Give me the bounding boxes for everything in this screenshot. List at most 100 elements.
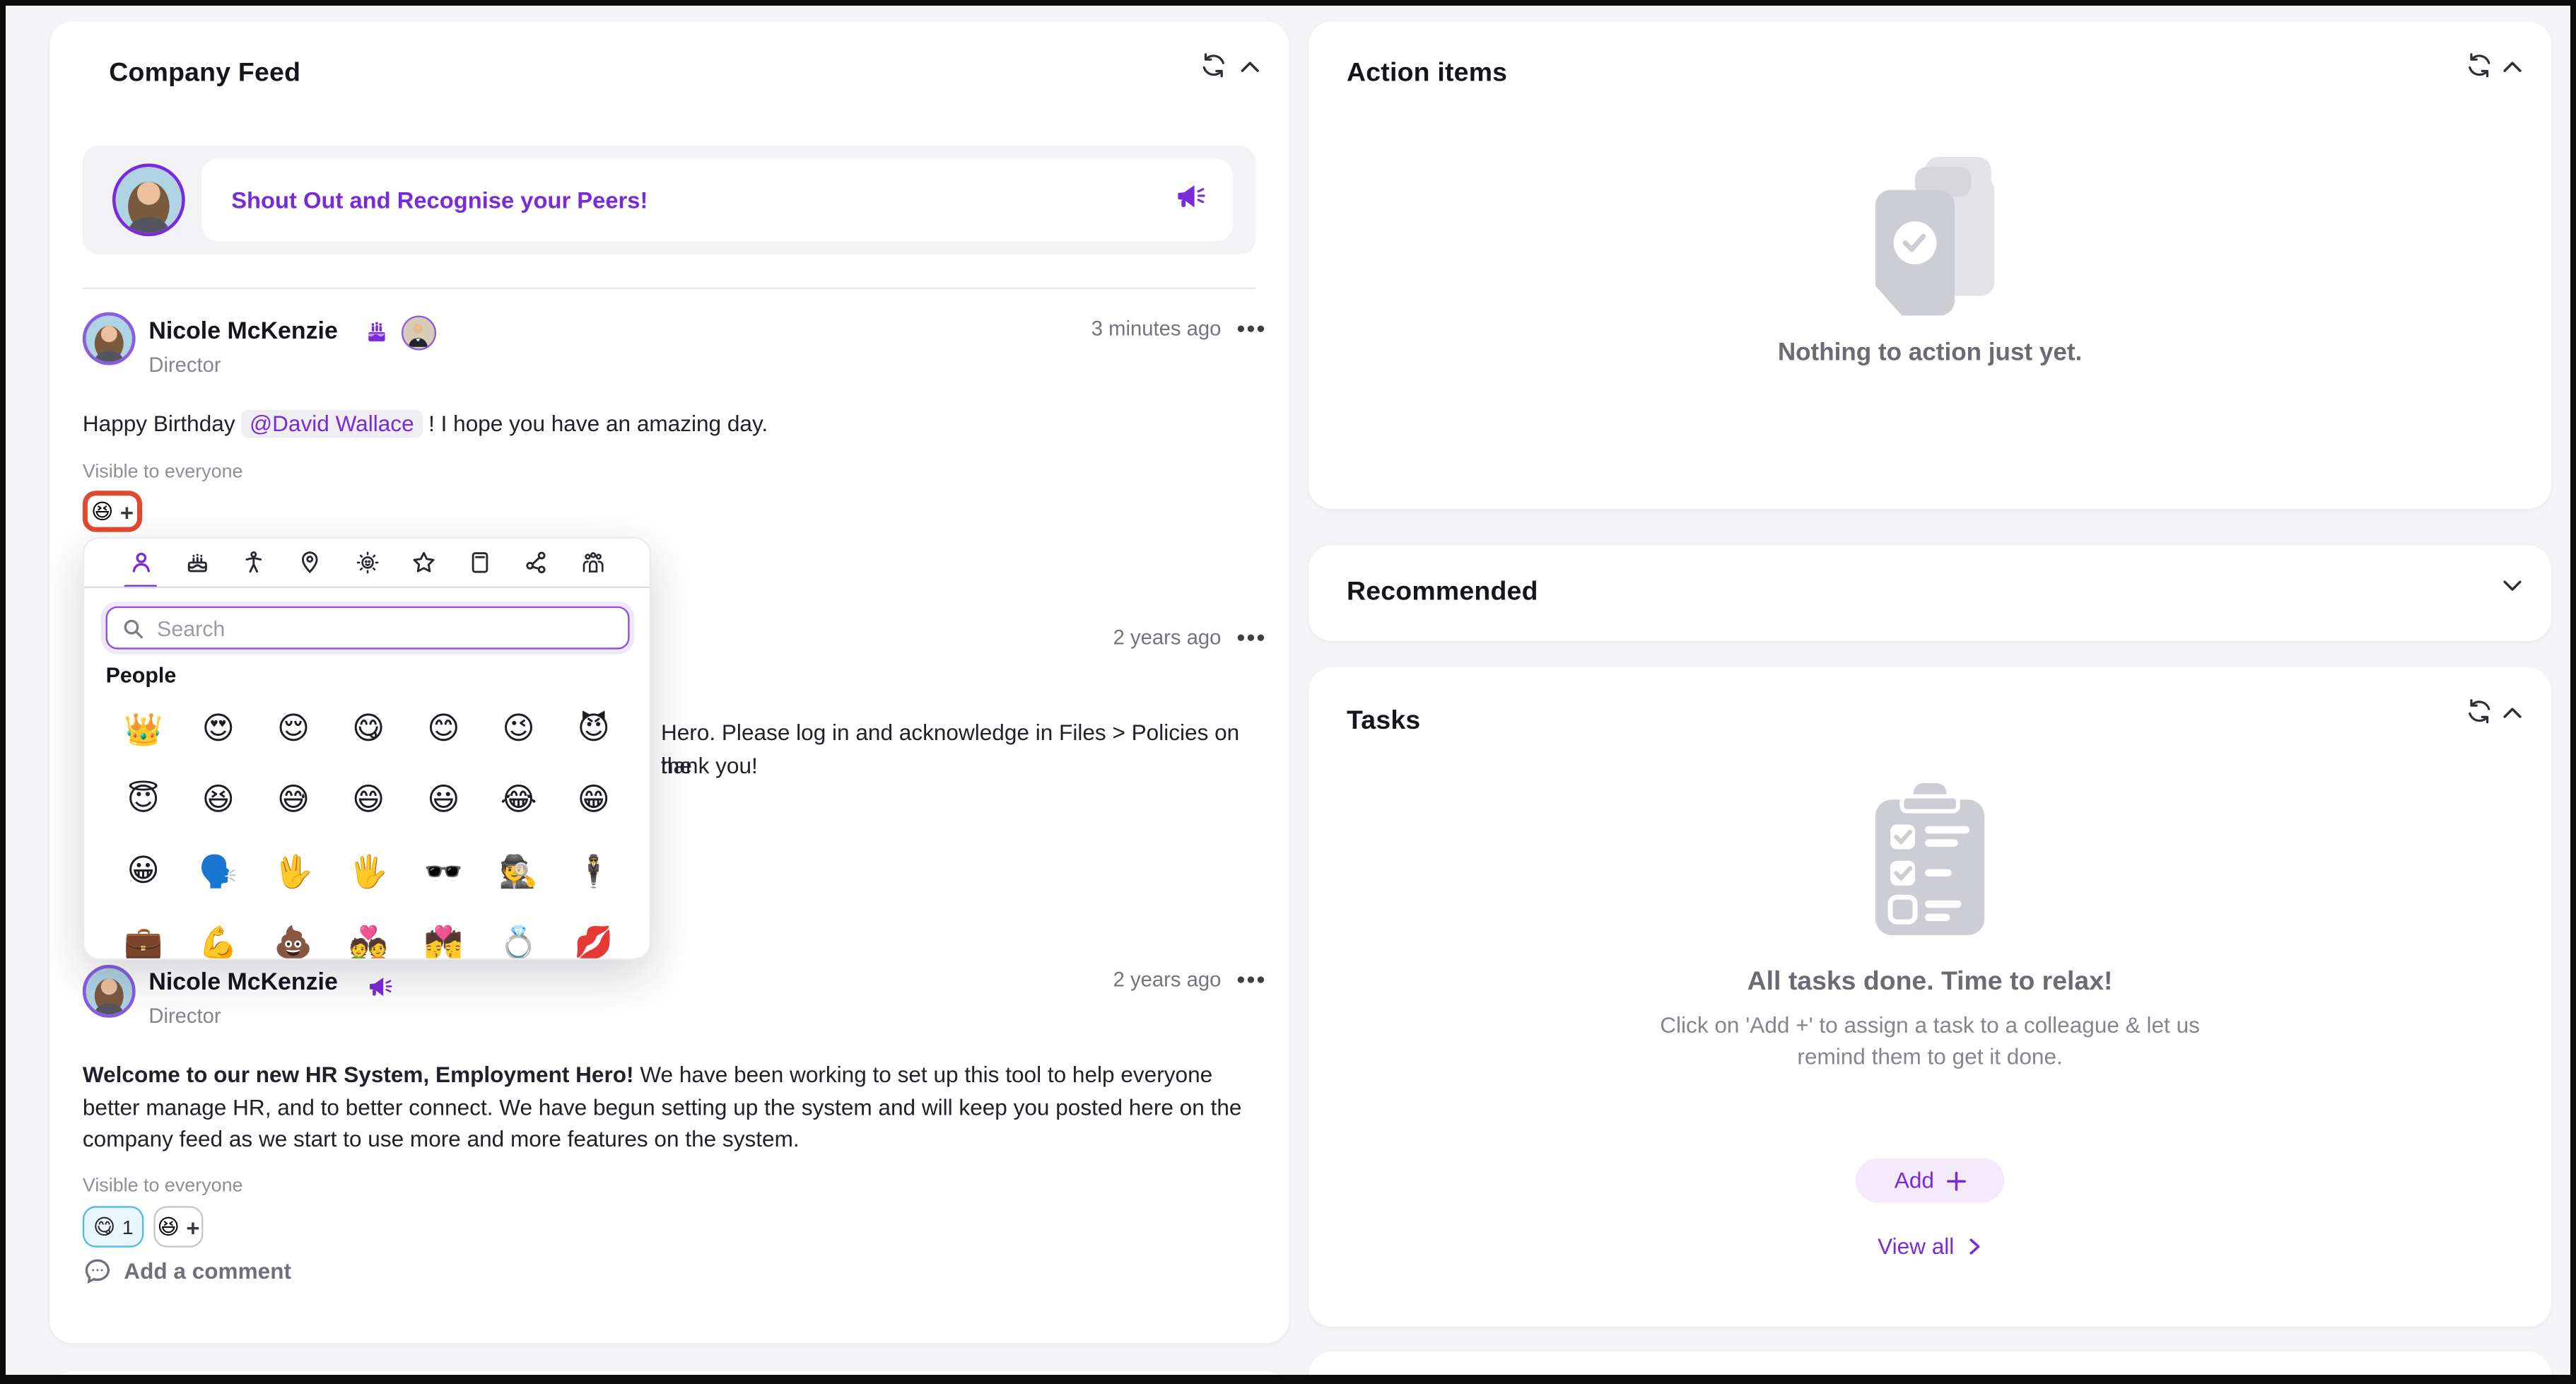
- post-role: Director: [148, 1004, 221, 1028]
- emoji-option[interactable]: 💑: [331, 907, 406, 958]
- add-reaction-button-active[interactable]: 😆+: [83, 491, 142, 532]
- emoji-option[interactable]: 💍: [481, 907, 556, 958]
- refresh-icon[interactable]: [2465, 697, 2495, 727]
- emoji-option[interactable]: 🕶️: [406, 836, 481, 908]
- more-options-icon[interactable]: [1248, 635, 1254, 641]
- emoji-option[interactable]: 💼: [106, 907, 181, 958]
- shout-out-text: Shout Out and Recognise your Peers!: [231, 187, 1175, 213]
- post-text: ! I hope you have an amazing day.: [422, 411, 768, 436]
- tab-objects-icon[interactable]: [467, 549, 493, 575]
- recommended-title: Recommended: [1347, 578, 1538, 608]
- action-items-empty-text: Nothing to action just yet.: [1309, 339, 2551, 367]
- post-text: Happy Birthday: [83, 411, 242, 436]
- emoji-option[interactable]: 🖐️: [331, 836, 406, 908]
- emoji-search-input[interactable]: [153, 614, 628, 642]
- emoji-option[interactable]: 😉: [481, 694, 556, 766]
- tab-nature-icon[interactable]: [353, 549, 380, 575]
- emoji-option[interactable]: 🗣️: [181, 836, 256, 908]
- visibility-label: Visible to everyone: [83, 1176, 243, 1196]
- reaction-chip[interactable]: 😋 1: [83, 1206, 144, 1247]
- emoji-option[interactable]: 😄: [331, 765, 406, 836]
- emoji-option[interactable]: 😍: [181, 694, 256, 766]
- post-time: 3 minutes ago: [1091, 317, 1222, 341]
- empty-documents-illustration: [1859, 153, 2001, 327]
- recommended-card: Recommended: [1309, 545, 2551, 641]
- emoji-option[interactable]: 😂: [481, 765, 556, 836]
- post-author[interactable]: Nicole McKenzie: [148, 319, 337, 345]
- post-body: Happy Birthday @David Wallace ! I hope y…: [83, 408, 1256, 440]
- collapse-chevron-up-icon[interactable]: [2500, 1376, 2529, 1384]
- collapse-chevron-up-icon[interactable]: [2500, 702, 2529, 732]
- emoji-option[interactable]: 😃: [406, 765, 481, 836]
- right-next-card-partial: [1309, 1351, 2551, 1384]
- collapse-chevron-up-icon[interactable]: [2500, 56, 2529, 86]
- emoji-option[interactable]: 😌: [256, 694, 331, 766]
- tab-smileys-people-icon[interactable]: [127, 549, 153, 575]
- reaction-count: 1: [122, 1215, 134, 1238]
- refresh-icon[interactable]: [1200, 51, 1229, 81]
- shout-out-inner[interactable]: Shout Out and Recognise your Peers!: [201, 158, 1233, 241]
- add-comment-button[interactable]: Add a comment: [83, 1257, 291, 1286]
- plus-icon: [1945, 1171, 1965, 1190]
- company-feed-title: Company Feed: [109, 59, 300, 89]
- tab-share-icon[interactable]: [523, 549, 549, 575]
- shout-out-banner[interactable]: Shout Out and Recognise your Peers!: [83, 146, 1256, 254]
- tab-travel-places-icon[interactable]: [297, 549, 323, 575]
- birthday-cake-icon: [365, 320, 389, 351]
- plus-icon: +: [120, 500, 134, 523]
- emoji-option[interactable]: 😅: [256, 765, 331, 836]
- post-author[interactable]: Nicole McKenzie: [148, 970, 337, 996]
- expand-chevron-down-icon[interactable]: [2500, 575, 2529, 604]
- emoji-option[interactable]: 😁: [556, 765, 631, 836]
- post-body: Welcome to our new HR System, Employment…: [83, 1059, 1243, 1156]
- emoji-option[interactable]: 💏: [406, 907, 481, 958]
- tasks-headline: All tasks done. Time to relax!: [1309, 968, 2551, 998]
- avatar: [83, 312, 136, 365]
- view-all-link[interactable]: View all: [1878, 1234, 1982, 1259]
- add-reaction-emoji-icon: 😆: [91, 500, 114, 522]
- tab-body-icon[interactable]: [240, 549, 267, 575]
- reaction-emoji: 😋: [93, 1216, 116, 1237]
- post-role: Director: [148, 353, 221, 377]
- emoji-option[interactable]: 💋: [556, 907, 631, 958]
- mentioned-user-avatar: [402, 315, 436, 350]
- visibility-label: Visible to everyone: [83, 462, 243, 482]
- emoji-option[interactable]: 😈: [556, 694, 631, 766]
- tab-groups-icon[interactable]: [580, 549, 606, 575]
- plus-icon: +: [186, 1215, 199, 1238]
- emoji-option[interactable]: 💪: [181, 907, 256, 958]
- tasks-subtext-line1: Click on 'Add +' to assign a task to a c…: [1309, 1013, 2551, 1038]
- refresh-icon[interactable]: [2465, 1373, 2495, 1384]
- emoji-option[interactable]: 👑: [106, 694, 181, 766]
- emoji-option[interactable]: 🕵️: [481, 836, 556, 908]
- emoji-option[interactable]: 💩: [256, 907, 331, 958]
- add-task-button[interactable]: Add: [1856, 1159, 2004, 1203]
- tab-symbols-icon[interactable]: [410, 549, 436, 575]
- comment-bubble-icon: [83, 1257, 112, 1286]
- refresh-icon[interactable]: [2465, 51, 2495, 81]
- emoji-picker: People 👑😍😌😋😊😉😈 😇😆😅😄😃😂😁 😀🗣️🖖🖐️🕶️🕵️🕴️ 💼💪💩💑💏💍💋: [83, 537, 651, 960]
- avatar: [83, 965, 136, 1018]
- emoji-option[interactable]: 😆: [181, 765, 256, 836]
- more-options-icon[interactable]: [1248, 976, 1254, 983]
- emoji-option[interactable]: 😋: [331, 694, 406, 766]
- emoji-section-label: People: [106, 662, 177, 687]
- emoji-option[interactable]: 🕴️: [556, 836, 631, 908]
- app-window: Company Feed Shout Out and Recognise you…: [0, 0, 2576, 1384]
- tab-food-icon[interactable]: [184, 549, 210, 575]
- emoji-category-tabs: [84, 539, 649, 587]
- emoji-option[interactable]: 🖖: [256, 836, 331, 908]
- post-text-fragment: hank you!: [661, 750, 1272, 782]
- add-reaction-emoji-icon: 😆: [157, 1216, 180, 1237]
- collapse-chevron-up-icon[interactable]: [1238, 56, 1267, 86]
- mention-link[interactable]: @David Wallace: [241, 410, 422, 438]
- add-reaction-button[interactable]: 😆+: [153, 1206, 203, 1247]
- avatar: [112, 163, 185, 236]
- emoji-option[interactable]: 😊: [406, 694, 481, 766]
- post-text-bold: Welcome to our new HR System, Employment…: [83, 1062, 634, 1087]
- more-options-icon[interactable]: [1248, 325, 1254, 332]
- megaphone-icon: [1175, 182, 1206, 218]
- emoji-option[interactable]: 😇: [106, 765, 181, 836]
- tasks-subtext-line2: remind them to get it done.: [1309, 1044, 2551, 1069]
- emoji-option[interactable]: 😀: [106, 836, 181, 908]
